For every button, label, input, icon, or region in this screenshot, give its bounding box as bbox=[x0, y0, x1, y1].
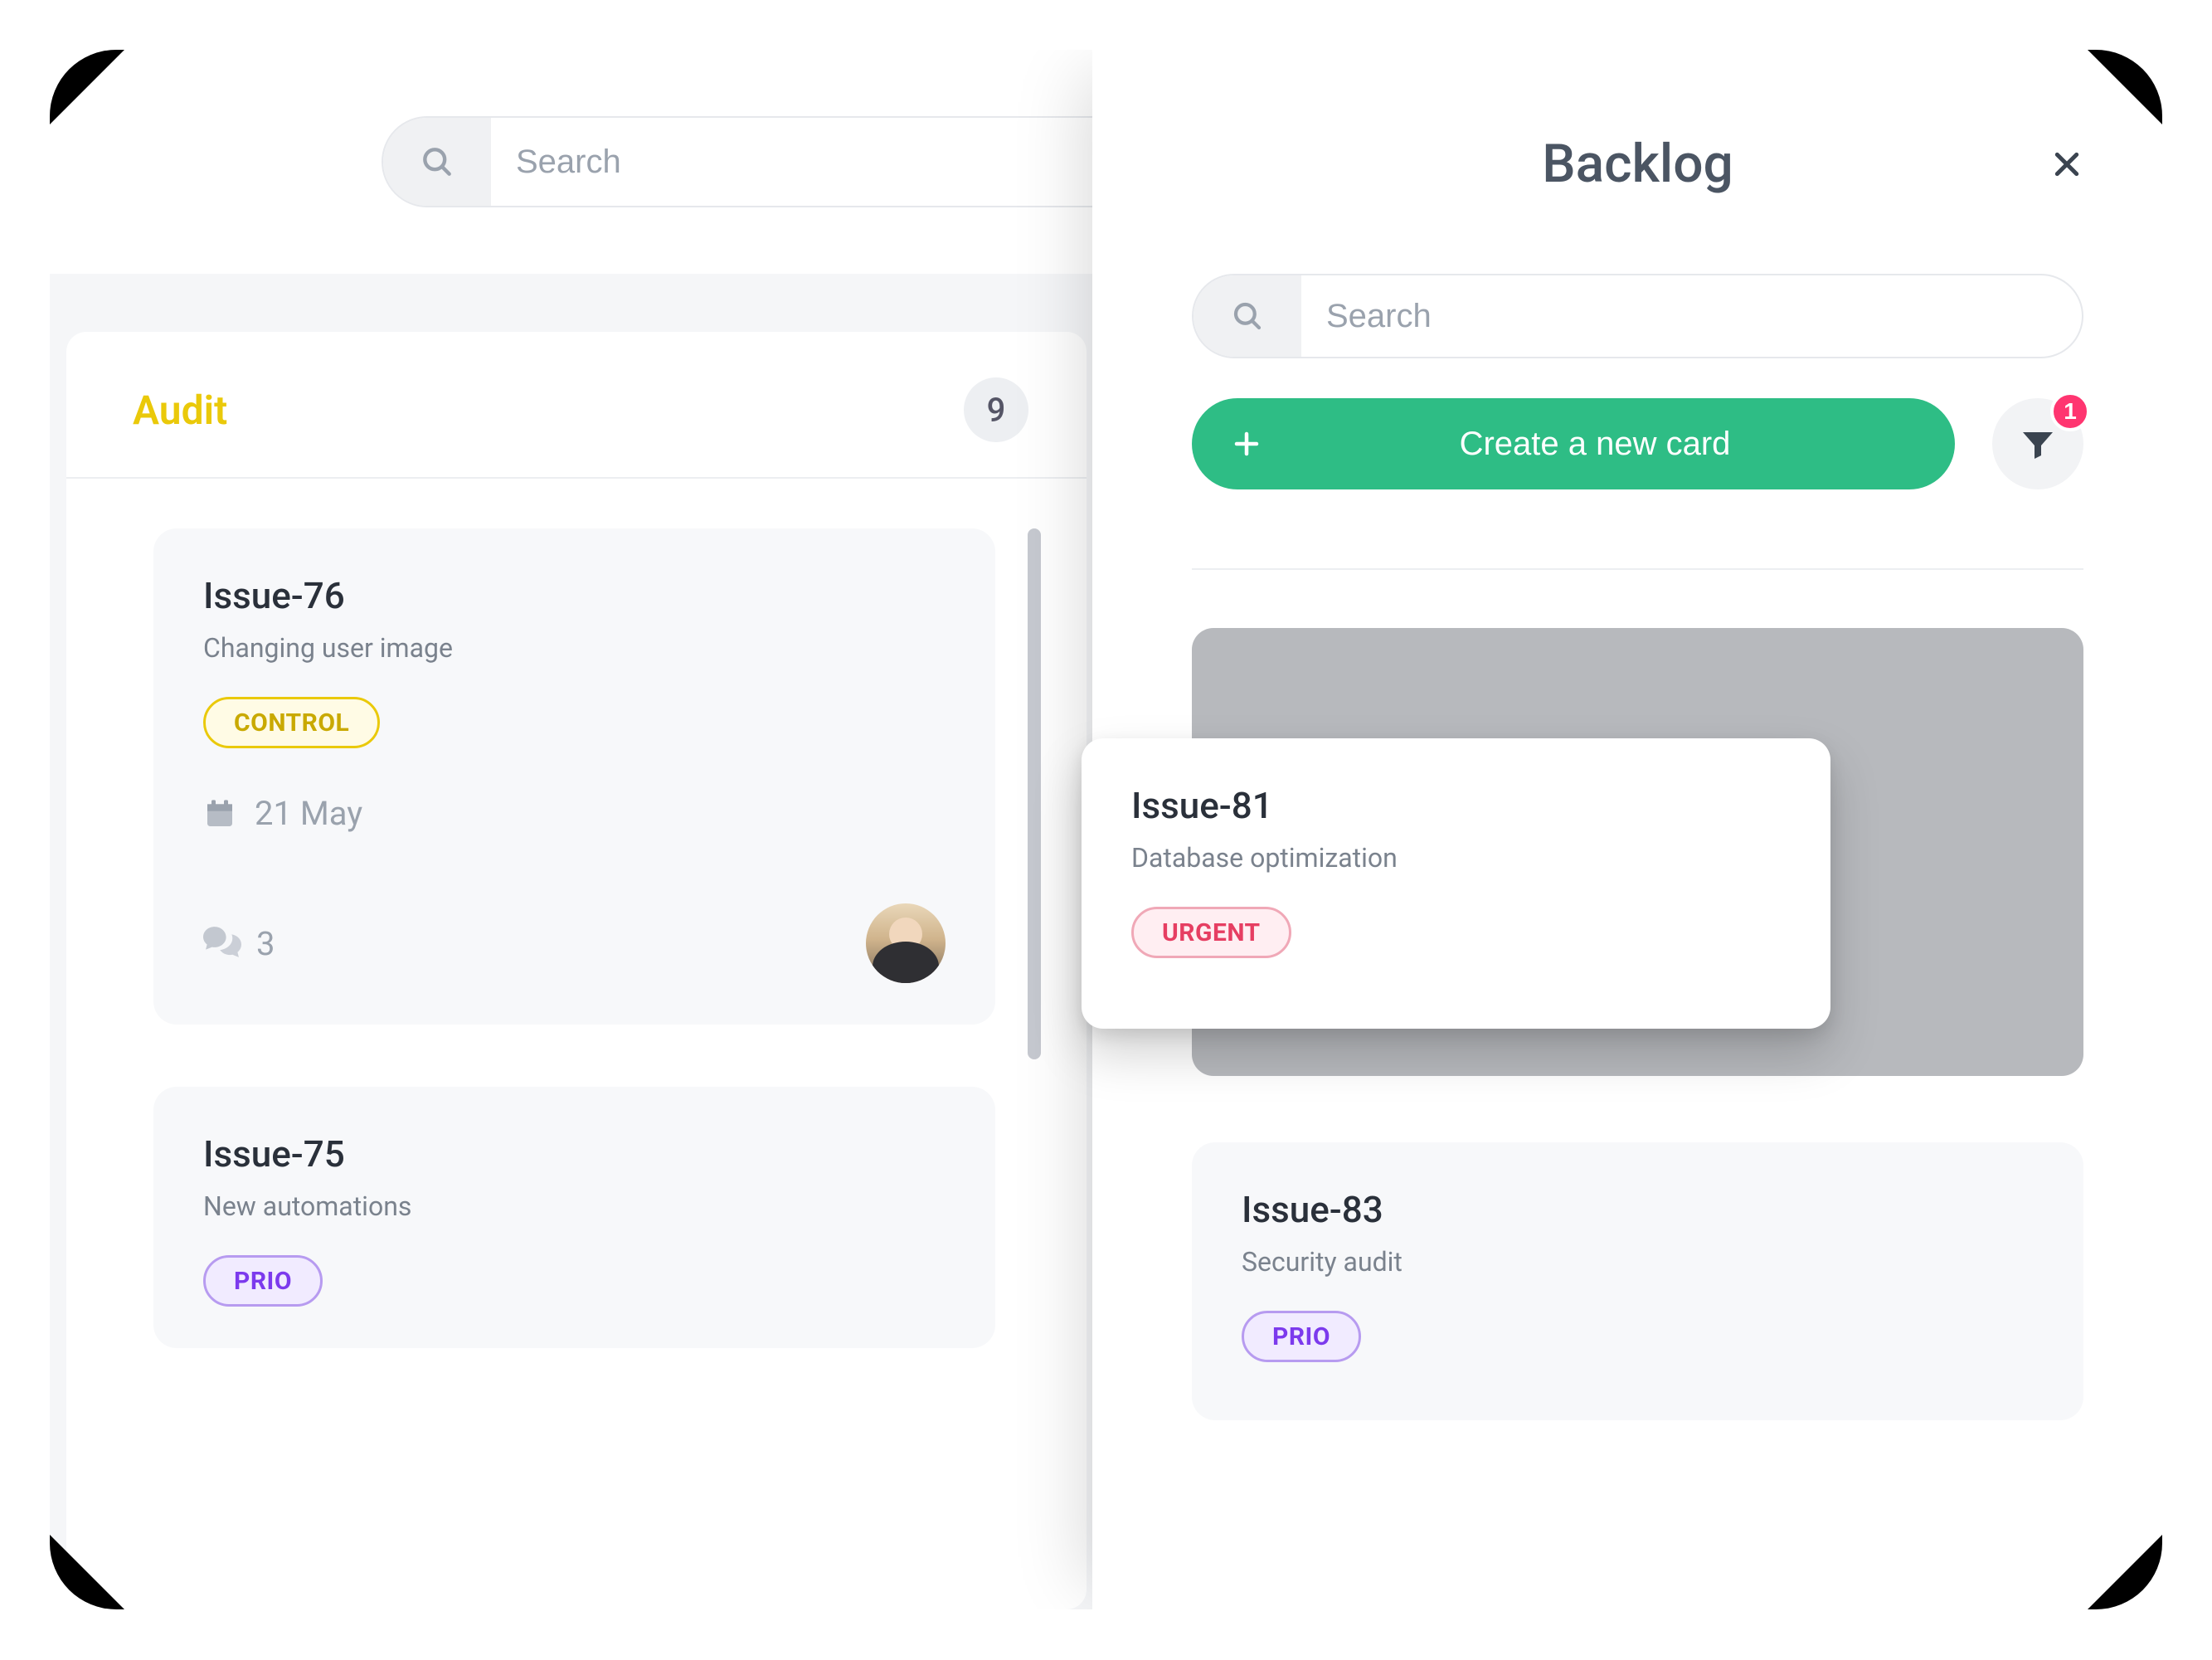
board-search[interactable] bbox=[382, 116, 1145, 207]
issue-comments[interactable]: 3 bbox=[203, 924, 275, 963]
panel-search-input[interactable] bbox=[1301, 275, 2082, 357]
issue-id: Issue-75 bbox=[203, 1132, 946, 1176]
tag-control: CONTROL bbox=[203, 697, 380, 748]
dragging-card[interactable]: Issue-81 Database optimization URGENT bbox=[1082, 738, 1830, 1029]
search-icon bbox=[383, 118, 491, 206]
app-frame: Audit 9 Issue-76 Changing user image CON… bbox=[50, 50, 2162, 1609]
issue-date-text: 21 May bbox=[255, 794, 362, 833]
panel-cards: Issue-83 Security audit PRIO bbox=[1192, 1142, 2083, 1420]
search-icon bbox=[1194, 275, 1301, 357]
issue-subtitle: Security audit bbox=[1242, 1246, 2034, 1278]
create-card-label: Create a new card bbox=[1268, 426, 1922, 463]
issue-id: Issue-81 bbox=[1131, 784, 1781, 827]
panel-header: Backlog bbox=[1192, 133, 2083, 195]
lane-title: Audit bbox=[133, 387, 227, 434]
issue-subtitle: Database optimization bbox=[1131, 842, 1781, 874]
board-body: Audit 9 Issue-76 Changing user image CON… bbox=[50, 274, 1194, 1609]
close-panel-button[interactable] bbox=[2042, 139, 2092, 189]
plus-icon bbox=[1225, 422, 1268, 465]
lane-scroll-area: Issue-76 Changing user image CONTROL 21 … bbox=[66, 479, 1087, 1609]
lane-audit: Audit 9 Issue-76 Changing user image CON… bbox=[66, 332, 1087, 1609]
issue-comments-count: 3 bbox=[256, 924, 275, 963]
panel-search[interactable] bbox=[1192, 274, 2083, 358]
comments-icon bbox=[203, 927, 241, 960]
tag-prio: PRIO bbox=[1242, 1311, 1361, 1362]
issue-subtitle: Changing user image bbox=[203, 632, 946, 664]
issue-card[interactable]: Issue-76 Changing user image CONTROL 21 … bbox=[153, 528, 995, 1025]
issue-id: Issue-76 bbox=[203, 574, 946, 617]
board-topbar bbox=[50, 50, 1194, 274]
panel-title: Backlog bbox=[1542, 133, 1733, 195]
issue-card[interactable]: Issue-83 Security audit PRIO bbox=[1192, 1142, 2083, 1420]
issue-date: 21 May bbox=[203, 794, 946, 833]
assignee-avatar[interactable] bbox=[866, 903, 946, 983]
lane-header: Audit 9 bbox=[66, 332, 1087, 479]
tag-prio: PRIO bbox=[203, 1255, 323, 1307]
lane-count: 9 bbox=[964, 377, 1028, 442]
filter-icon bbox=[2018, 424, 2058, 464]
tag-urgent: URGENT bbox=[1131, 907, 1291, 958]
calendar-icon bbox=[203, 797, 236, 830]
board-search-input[interactable] bbox=[491, 118, 1143, 206]
filter-button[interactable]: 1 bbox=[1992, 398, 2083, 489]
issue-card[interactable]: Issue-75 New automations PRIO bbox=[153, 1087, 995, 1348]
lane-scrollbar[interactable] bbox=[1028, 528, 1041, 1059]
close-icon bbox=[2050, 148, 2083, 181]
filter-badge: 1 bbox=[2050, 392, 2090, 431]
board: Audit 9 Issue-76 Changing user image CON… bbox=[50, 50, 1194, 1609]
panel-divider bbox=[1192, 568, 2083, 570]
issue-subtitle: New automations bbox=[203, 1190, 946, 1222]
create-card-button[interactable]: Create a new card bbox=[1192, 398, 1955, 489]
panel-actions: Create a new card 1 bbox=[1192, 398, 2083, 489]
issue-id: Issue-83 bbox=[1242, 1188, 2034, 1231]
